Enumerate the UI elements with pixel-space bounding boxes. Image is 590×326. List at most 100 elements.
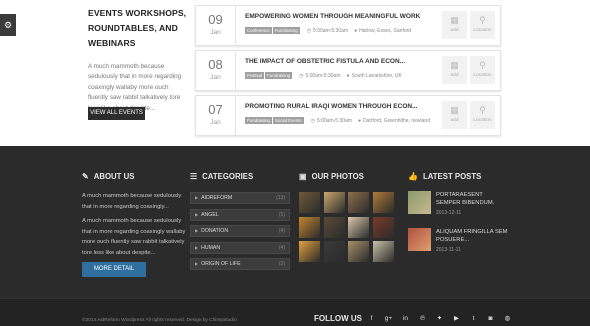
tumblr-icon[interactable]: t (465, 314, 482, 324)
posts-heading-label: LATEST POSTS (422, 172, 482, 181)
location-button[interactable]: ⚲ Location (470, 56, 495, 84)
category-count: (4) (278, 228, 285, 234)
event-month: Jan (210, 74, 221, 81)
event-month: Jan (210, 29, 221, 36)
add-to-calendar-button[interactable]: ▦ add (442, 56, 467, 84)
post-date: 2013-12-11 (436, 210, 462, 216)
map-pin-icon: ⚲ (479, 15, 486, 25)
category-count: (3) (278, 261, 285, 267)
youtube-icon[interactable]: ▶ (448, 314, 465, 324)
calendar-icon: ▦ (450, 105, 459, 115)
gallery-photo[interactable] (372, 192, 394, 213)
category-item[interactable]: ▶ HUMAN (4) (190, 241, 290, 254)
event-date: 08 Jan (196, 51, 236, 90)
post-thumbnail[interactable] (408, 191, 431, 214)
category-label: AIDREFORM (201, 195, 233, 201)
event-day: 07 (208, 102, 223, 117)
event-title[interactable]: EMPOWERING WOMEN THROUGH MEANINGFUL WORK (245, 13, 420, 20)
categories-heading-label: CATEGORIES (202, 172, 254, 181)
add-to-calendar-button[interactable]: ▦ add (442, 11, 467, 39)
event-day: 08 (208, 57, 223, 72)
event-card[interactable]: 07 Jan PROMOTING RURAL IRAQI WOMEN THROU… (195, 95, 501, 136)
event-card[interactable]: 09 Jan EMPOWERING WOMEN THROUGH MEANINGF… (195, 5, 501, 46)
category-label: ANGEL (201, 211, 219, 218)
category-count: (1) (278, 211, 285, 218)
post-title[interactable]: ALIQUAM FRINGILLA SEM POSUERE... (436, 228, 508, 244)
gallery-photo[interactable] (348, 192, 369, 213)
events-intro: EVENTS WORKSHOPS, ROUNDTABLES, AND WEBIN… (88, 6, 188, 114)
footer-categories: ☰ CATEGORIES ▶ AIDREFORM (13) ▶ ANGEL (1) ▶ D… (190, 172, 290, 275)
bottom-bar: ©2014 AidReform Wordpress All rights res… (0, 298, 590, 326)
gallery-photo[interactable] (323, 241, 345, 262)
google-plus-icon[interactable]: g+ (380, 314, 397, 324)
facebook-icon[interactable]: f (363, 314, 380, 324)
location-button[interactable]: ⚲ Location (470, 11, 495, 39)
event-location: South Lanarkshire, UK (351, 72, 402, 79)
category-count: (4) (278, 244, 285, 251)
event-month: Jan (210, 119, 221, 126)
instagram-icon[interactable]: ◙ (482, 314, 499, 324)
post-item[interactable]: ALIQUAM FRINGILLA SEM POSUERE... 2013-11… (408, 228, 508, 253)
event-card[interactable]: 08 Jan THE IMPACT OF OBSTETRIC FISTULA A… (195, 50, 501, 91)
gallery-photo[interactable] (299, 192, 320, 213)
linkedin-icon[interactable]: in (397, 314, 414, 324)
posts-heading: 👍 LATEST POSTS (408, 172, 508, 181)
event-title[interactable]: THE IMPACT OF OBSTETRIC FISTULA AND ECON… (245, 58, 405, 65)
category-label: DONATION (201, 228, 229, 234)
event-tag[interactable]: Fundraising (272, 27, 300, 34)
location-button[interactable]: ⚲ Location (470, 101, 495, 129)
gallery-photo[interactable] (348, 216, 369, 238)
gallery-photo[interactable] (299, 241, 320, 262)
category-count: (13) (276, 195, 285, 201)
follow-us-label: FOLLOW US (314, 314, 362, 323)
gallery-photo[interactable] (323, 216, 345, 238)
arrow-right-icon: ▶ (195, 244, 199, 250)
event-meta: Fundraising Social Events ◷ 5:00am-5:30am… (245, 117, 430, 124)
category-item[interactable]: ▶ ANGEL (1) (190, 208, 290, 221)
arrow-right-icon: ▶ (195, 211, 199, 217)
gear-icon: ⚙ (3, 20, 13, 30)
clock-icon: ◷ (299, 72, 304, 79)
more-detail-button[interactable]: MORE DETAIL (82, 262, 146, 277)
category-label: ORIGIN OF LIFE (201, 261, 241, 267)
location-pin-icon: ● (354, 27, 358, 34)
gallery-photo[interactable] (372, 241, 394, 262)
category-item[interactable]: ▶ DONATION (4) (190, 225, 290, 237)
dribbble-icon[interactable]: ◍ (499, 314, 516, 324)
calendar-icon: ▦ (450, 60, 459, 70)
event-tag[interactable]: Social Events (272, 117, 304, 124)
event-day: 09 (208, 12, 223, 27)
event-tag[interactable]: Fundraising (265, 72, 293, 79)
event-date: 07 Jan (196, 96, 236, 135)
arrow-right-icon: ▶ (195, 228, 199, 233)
location-label: Location (473, 28, 492, 33)
gallery-photo[interactable] (348, 241, 369, 262)
event-tag[interactable]: Conference (245, 27, 272, 34)
twitter-icon[interactable]: ✦ (431, 314, 448, 324)
events-section: ⚙ EVENTS WORKSHOPS, ROUNDTABLES, AND WEB… (0, 0, 590, 146)
list-icon: ☰ (190, 172, 198, 181)
location-label: Location (473, 73, 492, 78)
event-tag[interactable]: Fundraising (245, 117, 272, 124)
map-pin-icon: ⚲ (479, 60, 486, 70)
event-tag[interactable]: Festival (245, 72, 265, 79)
view-all-events-button[interactable]: VIEW ALL EVENTS (88, 107, 145, 120)
arrow-right-icon: ▶ (195, 195, 199, 200)
event-title[interactable]: PROMOTING RURAL IRAQI WOMEN THROUGH ECON… (245, 103, 418, 110)
post-thumbnail[interactable] (408, 228, 431, 251)
gallery-photo[interactable] (372, 216, 394, 238)
gallery-photo[interactable] (323, 192, 345, 213)
add-to-calendar-button[interactable]: ▦ add (442, 101, 467, 129)
social-links: f g+ in ℗ ✦ ▶ t ◙ ◍ (363, 314, 516, 324)
category-item[interactable]: ▶ AIDREFORM (13) (190, 192, 290, 204)
post-item[interactable]: PORTARAESENT SEMPER BIBENDUM. 2013-12-11 (408, 191, 508, 216)
post-title[interactable]: PORTARAESENT SEMPER BIBENDUM. (436, 191, 508, 207)
add-label: add (450, 118, 459, 123)
category-list: ▶ AIDREFORM (13) ▶ ANGEL (1) ▶ DONATION (4) ▶ H… (190, 192, 290, 270)
settings-toggle[interactable]: ⚙ (0, 14, 16, 36)
calendar-icon: ▦ (450, 15, 459, 25)
add-label: add (450, 73, 459, 78)
pinterest-icon[interactable]: ℗ (414, 314, 431, 324)
gallery-photo[interactable] (299, 216, 320, 238)
category-item[interactable]: ▶ ORIGIN OF LIFE (3) (190, 258, 290, 270)
